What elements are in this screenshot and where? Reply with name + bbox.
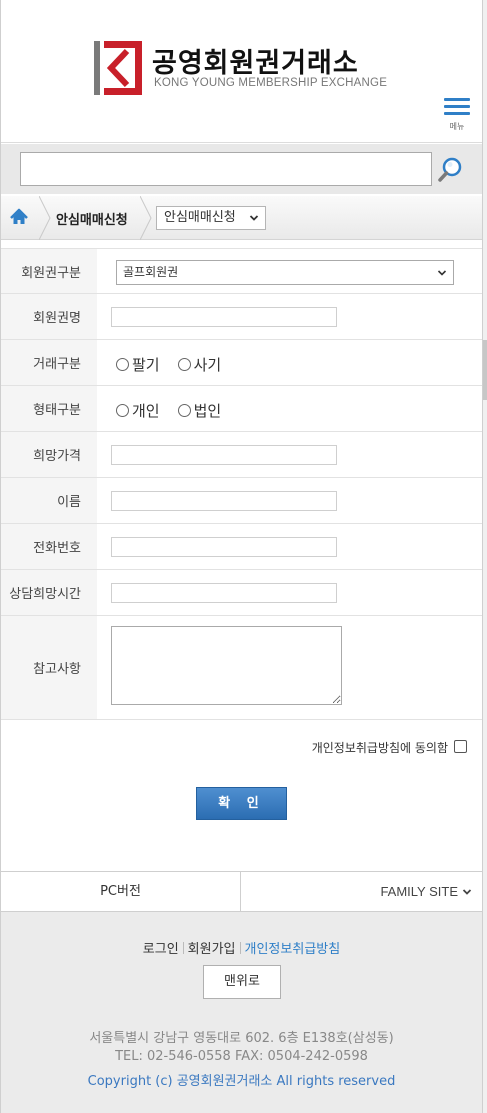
radio-buy[interactable]: 사기: [177, 354, 222, 375]
menu-button[interactable]: 메뉴: [441, 96, 473, 132]
footer-address: 서울특별시 강남구 영동대로 602. 6층 E138호(삼성동): [89, 1031, 394, 1046]
search-icon[interactable]: [437, 156, 463, 184]
chevron-down-icon: [249, 215, 259, 221]
label-consult-time: 상담희망시간: [1, 570, 97, 615]
consult-time-input[interactable]: [111, 583, 337, 603]
row-membership-type: 회원권구분 골프회원권: [1, 248, 482, 294]
row-desired-price: 희망가격: [1, 432, 482, 478]
row-consult-time: 상담희망시간: [1, 570, 482, 616]
scrollbar[interactable]: [483, 0, 487, 1113]
label-notes: 참고사항: [1, 616, 97, 719]
back-to-top-button[interactable]: 맨위로: [203, 965, 281, 999]
breadcrumb-separator: [140, 196, 152, 240]
site-header: 공영회원권거래소 KONG YOUNG MEMBERSHIP EXCHANGE …: [1, 0, 482, 143]
trade-request-form: 회원권구분 골프회원권 회원권명 거래구분 팔기 사기 형태구분 개인 법인 희…: [1, 248, 482, 720]
menu-label: 메뉴: [449, 122, 465, 131]
name-input[interactable]: [111, 491, 337, 511]
notes-textarea[interactable]: [111, 626, 342, 705]
radio-sell-label: 팔기: [132, 356, 160, 374]
radio-individual-label: 개인: [132, 402, 160, 420]
label-entity-type: 형태구분: [1, 386, 97, 431]
breadcrumb-separator: [39, 196, 51, 240]
family-site-select[interactable]: FAMILY SITE: [241, 872, 482, 911]
privacy-agree: 개인정보취급방침에 동의함: [1, 737, 482, 757]
privacy-agree-label: 개인정보취급방침에 동의함: [311, 741, 448, 755]
membership-type-select[interactable]: 골프회원권: [116, 260, 454, 285]
row-phone: 전화번호: [1, 524, 482, 570]
membership-name-input[interactable]: [111, 307, 337, 327]
hamburger-icon-bar: [444, 112, 470, 115]
label-trade-type: 거래구분: [1, 340, 97, 385]
search-input[interactable]: [20, 152, 432, 186]
privacy-agree-checkbox[interactable]: [454, 740, 467, 753]
row-name: 이름: [1, 478, 482, 524]
trade-type-radio-group: 팔기 사기: [116, 354, 239, 375]
row-trade-type: 거래구분 팔기 사기: [1, 340, 482, 386]
radio-circle[interactable]: [116, 358, 129, 371]
radio-circle[interactable]: [116, 404, 129, 417]
desired-price-input[interactable]: [111, 445, 337, 465]
radio-corporate-label: 법인: [193, 402, 222, 420]
radio-buy-label: 사기: [193, 356, 222, 374]
breadcrumb: 안심매매신청 안심매매신청: [1, 196, 482, 240]
label-membership-type: 회원권구분: [1, 249, 97, 293]
footer-tabs: PC버전 FAMILY SITE: [1, 871, 482, 912]
home-button[interactable]: [1, 196, 39, 240]
breadcrumb-select-value: 안심매매신청: [164, 210, 236, 225]
row-notes: 참고사항: [1, 616, 482, 720]
home-icon: [10, 208, 28, 224]
logo-subtitle: KONG YOUNG MEMBERSHIP EXCHANGE: [154, 77, 388, 89]
confirm-button[interactable]: 확 인: [196, 787, 287, 820]
footer-contact: TEL: 02-546-0558 FAX: 0504-242-0598: [115, 1049, 368, 1064]
hamburger-icon-bar: [444, 105, 470, 108]
label-phone: 전화번호: [1, 524, 97, 569]
radio-sell[interactable]: 팔기: [116, 354, 160, 375]
radio-individual[interactable]: 개인: [116, 400, 160, 421]
row-membership-name: 회원권명: [1, 294, 482, 340]
logo-title: 공영회원권거래소: [152, 48, 359, 79]
label-membership-name: 회원권명: [1, 294, 97, 339]
breadcrumb-select[interactable]: 안심매매신청: [156, 206, 266, 230]
pc-version-link[interactable]: PC버전: [1, 872, 241, 911]
scrollbar-thumb[interactable]: [483, 340, 487, 400]
page: 공영회원권거래소 KONG YOUNG MEMBERSHIP EXCHANGE …: [0, 0, 483, 1113]
signup-link[interactable]: 회원가입: [184, 938, 240, 957]
chevron-down-icon: [462, 889, 472, 895]
search-bar: [1, 144, 482, 194]
logo-mark-icon: [94, 41, 142, 95]
entity-type-radio-group: 개인 법인: [116, 400, 239, 421]
breadcrumb-current: 안심매매신청: [56, 213, 128, 228]
site-logo[interactable]: 공영회원권거래소 KONG YOUNG MEMBERSHIP EXCHANGE: [94, 41, 394, 97]
radio-circle[interactable]: [177, 358, 191, 371]
login-link[interactable]: 로그인: [139, 938, 183, 957]
family-site-label: FAMILY SITE: [380, 884, 458, 899]
label-name: 이름: [1, 478, 97, 523]
chevron-down-icon: [437, 270, 447, 276]
hamburger-icon: [444, 98, 470, 101]
row-entity-type: 형태구분 개인 법인: [1, 386, 482, 432]
label-desired-price: 희망가격: [1, 432, 97, 477]
membership-type-value: 골프회원권: [123, 265, 179, 279]
radio-corporate[interactable]: 법인: [177, 400, 222, 421]
radio-circle[interactable]: [177, 404, 191, 417]
footer-links: 로그인 회원가입 개인정보취급방침: [1, 938, 482, 957]
site-footer: 로그인 회원가입 개인정보취급방침 맨위로 서울특별시 강남구 영동대로 602. …: [1, 912, 482, 1113]
privacy-policy-link[interactable]: 개인정보취급방침: [241, 938, 345, 957]
phone-input[interactable]: [111, 537, 337, 557]
footer-copyright: Copyright (c) 공영회원권거래소 All rights reserv…: [87, 1074, 396, 1089]
